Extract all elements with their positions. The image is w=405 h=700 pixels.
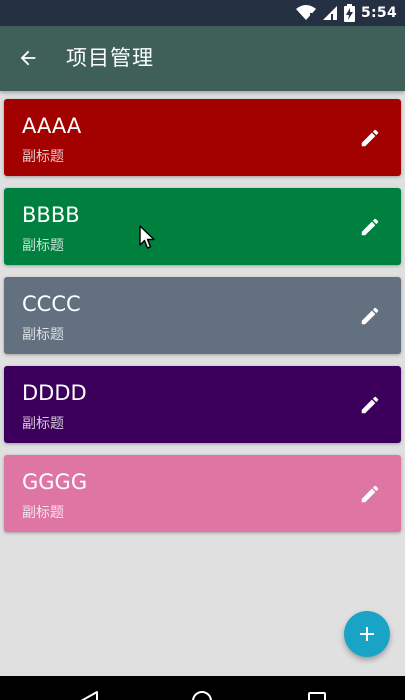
edit-button[interactable] [355,390,385,420]
cell-signal-icon [322,6,337,20]
wifi-icon [295,5,316,21]
project-card[interactable]: CCCC 副标题 [4,277,401,354]
pencil-icon [361,396,379,414]
edit-button[interactable] [355,301,385,331]
project-subtitle: 副标题 [22,238,64,254]
pencil-icon [361,307,379,325]
back-triangle-icon[interactable] [78,690,100,700]
project-subtitle: 副标题 [22,327,64,343]
system-nav-bar [0,676,405,700]
plus-icon [360,627,374,641]
project-title: BBBB [22,203,80,227]
project-title: CCCC [22,292,81,316]
project-card[interactable]: DDDD 副标题 [4,366,401,443]
project-subtitle: 副标题 [22,149,64,165]
project-subtitle: 副标题 [22,416,64,432]
status-bar: 5:54 [0,0,405,26]
pencil-icon [361,129,379,147]
project-card[interactable]: BBBB 副标题 [4,188,401,265]
project-title: DDDD [22,381,87,405]
project-title: AAAA [22,114,82,138]
add-project-button[interactable] [344,611,390,657]
edit-button[interactable] [355,212,385,242]
recents-square-icon[interactable] [306,690,328,700]
project-card[interactable]: AAAA 副标题 [4,99,401,176]
project-subtitle: 副标题 [22,505,64,521]
battery-charging-icon [343,4,355,22]
home-circle-icon[interactable] [191,690,213,700]
pencil-icon [361,485,379,503]
project-title: GGGG [22,470,88,494]
edit-button[interactable] [355,479,385,509]
status-time: 5:54 [360,5,397,21]
back-button[interactable] [12,42,44,74]
app-bar: 项目管理 [0,26,405,91]
status-icons: 5:54 [295,0,397,26]
page-title: 项目管理 [66,46,154,70]
pencil-icon [361,218,379,236]
edit-button[interactable] [355,123,385,153]
project-card[interactable]: GGGG 副标题 [4,455,401,532]
arrow-back-icon [20,50,36,66]
